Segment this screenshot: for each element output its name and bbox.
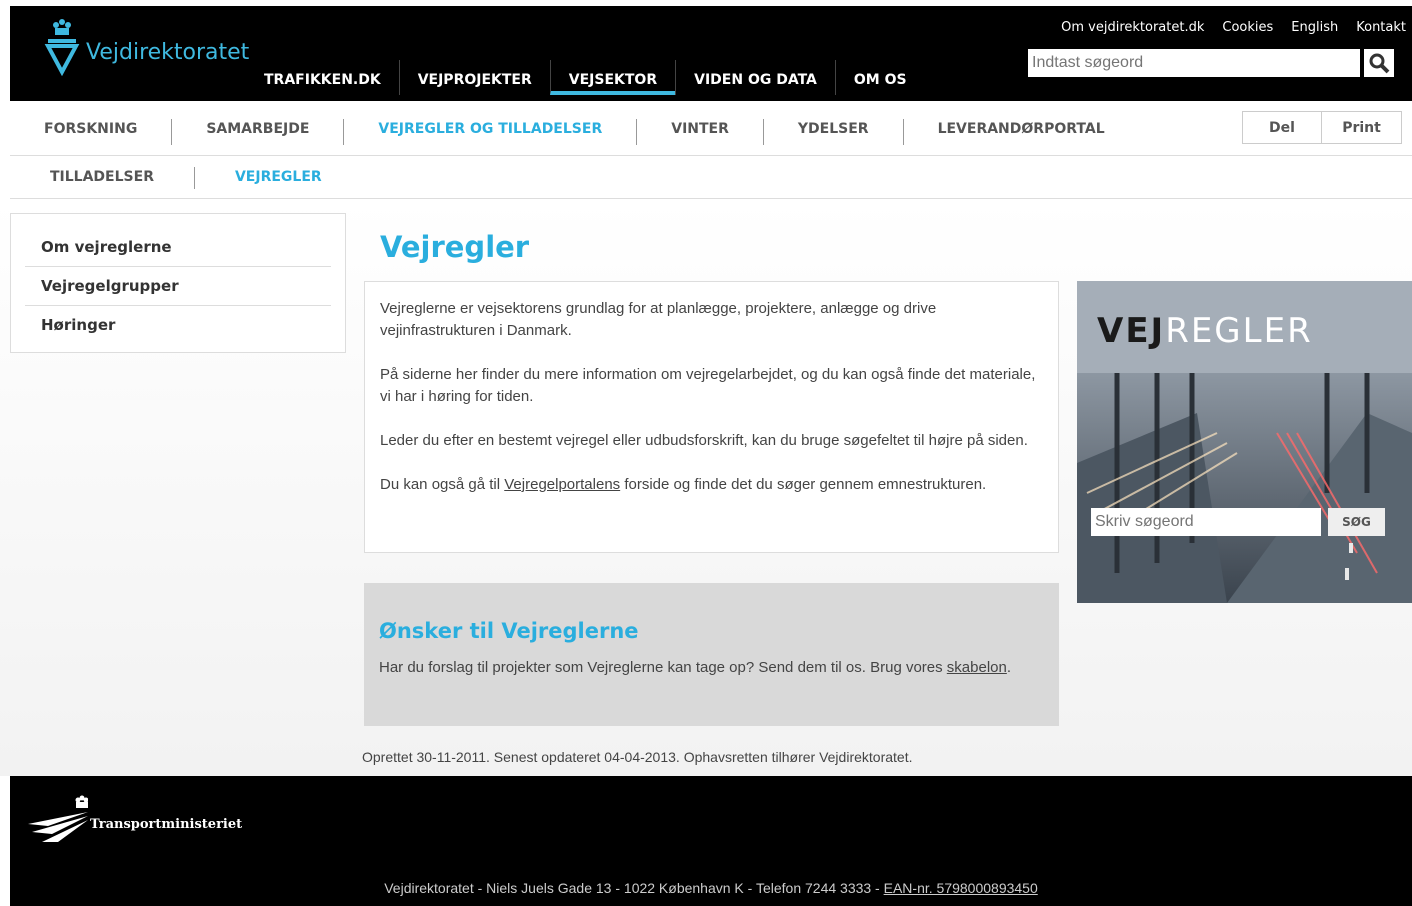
subsection-nav: TILLADELSER VEJREGLER — [10, 156, 1412, 199]
menu-item-vejregelgrupper[interactable]: Vejregelgrupper — [25, 267, 331, 306]
share-buttons: Del Print — [1242, 111, 1402, 144]
left-menu: Om vejreglerne Vejregelgrupper Høringer — [10, 213, 346, 353]
subnav2-tilladelser[interactable]: TILLADELSER — [10, 167, 194, 189]
main-nav: TRAFIKKEN.DK VEJPROJEKTER VEJSEKTOR VIDE… — [246, 60, 925, 95]
subnav-vinter[interactable]: VINTER — [636, 119, 763, 145]
subnav-ydelser[interactable]: YDELSER — [762, 119, 903, 145]
ministry-crown-icon — [28, 795, 88, 842]
transportministeriet-logo[interactable]: Transportministeriet — [28, 794, 242, 844]
wish-box: Ønsker til Vejreglerne Har du forslag ti… — [364, 583, 1059, 726]
crown-shield-logo-icon — [44, 19, 80, 76]
promo-title: VEJREGLER — [1097, 311, 1313, 351]
brand-name: Vejdirektoratet — [86, 39, 250, 65]
page-title: Vejregler — [380, 230, 530, 264]
subnav-forskning[interactable]: FORSKNING — [10, 119, 171, 145]
logo[interactable]: Vejdirektoratet — [44, 16, 249, 76]
vejregler-search-button[interactable]: SØG — [1328, 508, 1385, 536]
menu-item-om-vejreglerne[interactable]: Om vejreglerne — [25, 228, 331, 267]
link-cookies[interactable]: Cookies — [1222, 20, 1273, 35]
subnav2-vejregler[interactable]: VEJREGLER — [193, 167, 362, 189]
highway-photo — [1077, 373, 1412, 603]
ministry-name: Transportministeriet — [90, 817, 243, 832]
page-meta: Oprettet 30-11-2011. Senest opdateret 04… — [362, 749, 913, 765]
site-search-input[interactable] — [1028, 49, 1360, 77]
subnav-vejregler-og-tilladelser[interactable]: VEJREGLER OG TILLADELSER — [343, 119, 636, 145]
share-button[interactable]: Del — [1242, 111, 1322, 144]
intro-box: Vejreglerne er vejsektorens grundlag for… — [364, 281, 1059, 553]
vejregelportal-link[interactable]: Vejregelportalens — [504, 476, 620, 493]
template-link[interactable]: skabelon — [947, 659, 1007, 676]
print-button[interactable]: Print — [1322, 111, 1402, 144]
subnav-samarbejde[interactable]: SAMARBEJDE — [171, 119, 343, 145]
nav-om-os[interactable]: OM OS — [834, 60, 925, 95]
wish-text: Har du forslag til projekter som Vejregl… — [379, 659, 1012, 676]
search-icon — [1369, 53, 1390, 74]
nav-vejprojekter[interactable]: VEJPROJEKTER — [398, 60, 550, 95]
nav-trafikken[interactable]: TRAFIKKEN.DK — [246, 60, 399, 95]
link-contact[interactable]: Kontakt — [1356, 20, 1406, 35]
subnav-leverandorportal[interactable]: LEVERANDØRPORTAL — [902, 119, 1139, 145]
menu-item-horinger[interactable]: Høringer — [25, 306, 331, 344]
nav-vejsektor[interactable]: VEJSEKTOR — [549, 60, 676, 95]
intro-paragraph-2: På siderne her finder du mere informatio… — [380, 366, 1036, 405]
site-footer: Transportministeriet Vejdirektoratet - N… — [10, 776, 1412, 906]
link-about-site[interactable]: Om vejdirektoratet.dk — [1061, 20, 1204, 35]
utility-links: Om vejdirektoratet.dk Cookies English Ko… — [1061, 20, 1406, 35]
link-english[interactable]: English — [1291, 20, 1338, 35]
intro-paragraph-1: Vejreglerne er vejsektorens grundlag for… — [380, 300, 937, 339]
section-nav: FORSKNING SAMARBEJDE VEJREGLER OG TILLAD… — [10, 101, 1412, 156]
ean-link[interactable]: EAN-nr. 5798000893450 — [884, 880, 1038, 896]
wish-title: Ønsker til Vejreglerne — [379, 619, 639, 643]
intro-paragraph-3: Leder du efter en bestemt vejregel eller… — [380, 432, 1028, 449]
search-button[interactable] — [1364, 49, 1394, 77]
vejregler-promo: VEJREGLER Skriv søgeord SØG — [1077, 281, 1412, 603]
intro-paragraph-4: Du kan også gå til Vejregelportalens for… — [380, 476, 987, 493]
footer-address: Vejdirektoratet - Niels Juels Gade 13 - … — [384, 880, 1038, 896]
vejregler-search-input[interactable] — [1091, 508, 1321, 536]
nav-viden-og-data[interactable]: VIDEN OG DATA — [675, 60, 835, 95]
